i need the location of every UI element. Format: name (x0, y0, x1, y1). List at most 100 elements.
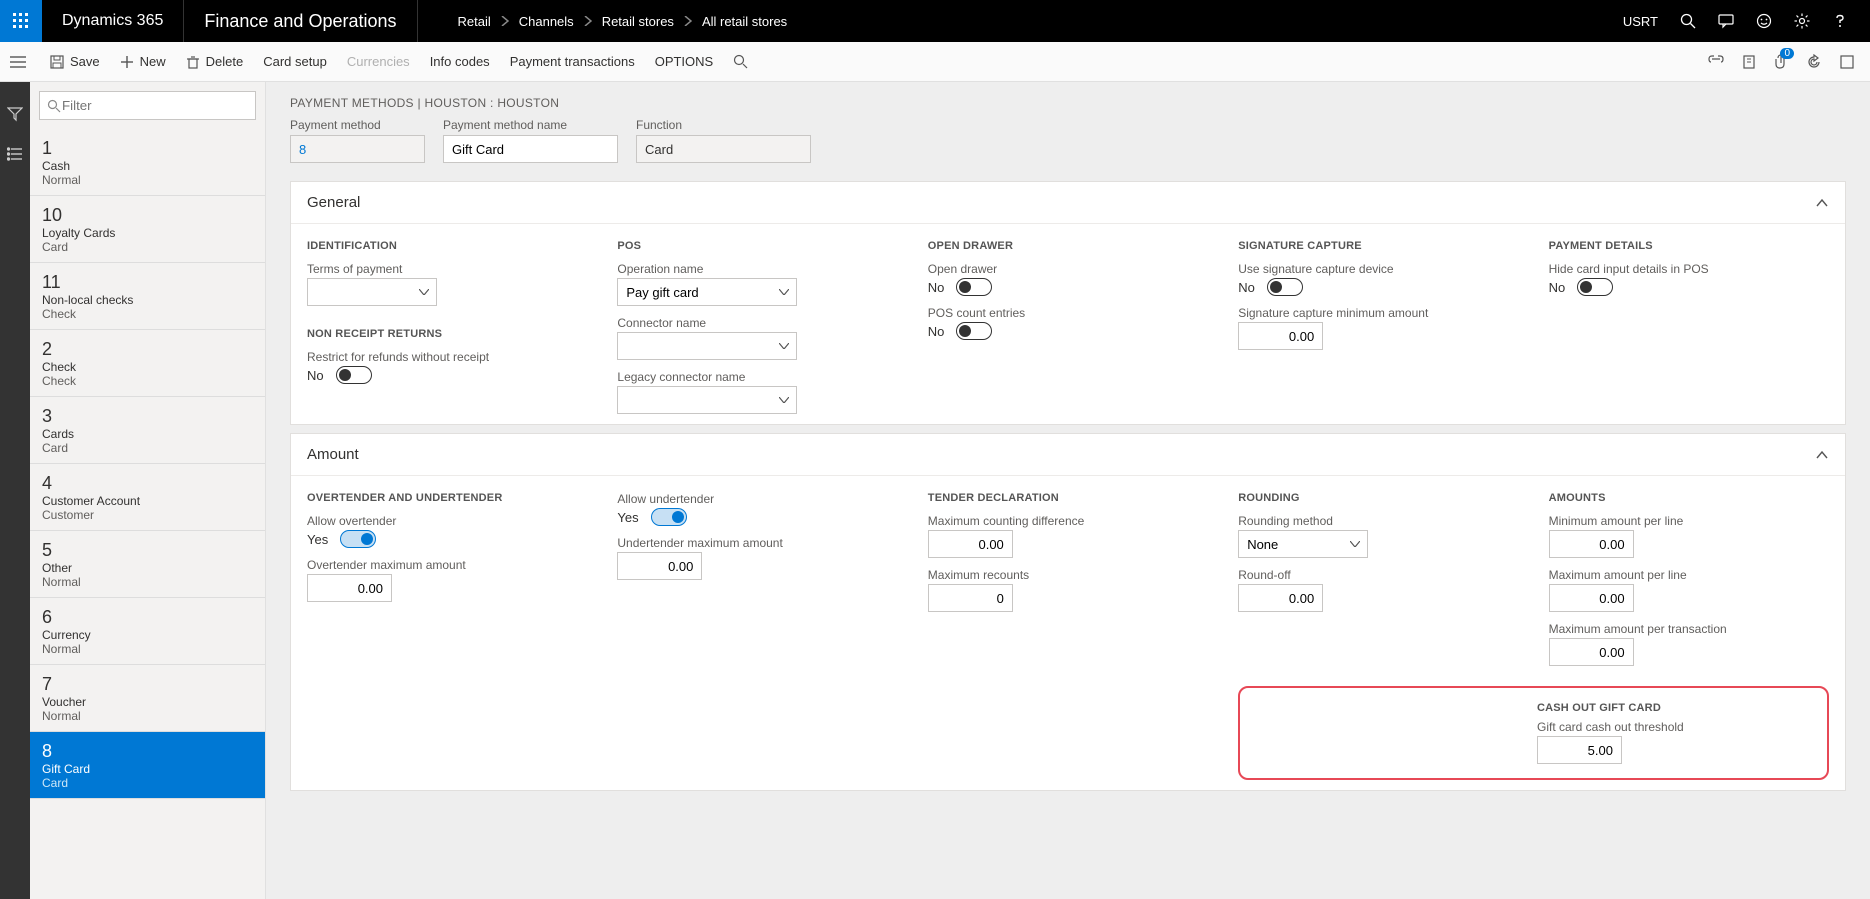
payment-method-value: 8 (290, 135, 425, 163)
maxdiff-label: Maximum counting difference (928, 514, 1208, 528)
poscount-value: No (928, 324, 945, 339)
amount-header[interactable]: Amount (291, 434, 1845, 476)
opendrawer-subheader: OPEN DRAWER (928, 240, 1208, 252)
list-item[interactable]: 3CardsCard (30, 397, 265, 464)
allowunder-toggle[interactable] (651, 508, 687, 526)
waffle-icon (13, 13, 29, 29)
search-icon[interactable] (1680, 13, 1696, 29)
list-item[interactable]: 1CashNormal (30, 129, 265, 196)
roundmethod-label: Rounding method (1238, 514, 1518, 528)
list-item[interactable]: 6CurrencyNormal (30, 598, 265, 665)
connector-input[interactable] (617, 332, 797, 360)
refresh-icon[interactable] (1806, 54, 1822, 70)
list-icon[interactable] (7, 146, 23, 162)
payment-method-name-input[interactable] (443, 135, 618, 163)
cashout-subheader: CASH OUT GIFT CARD (1537, 702, 1661, 714)
restrict-toggle[interactable] (336, 366, 372, 384)
list-item[interactable]: 5OtherNormal (30, 531, 265, 598)
toolbar-search[interactable] (733, 54, 748, 69)
brand[interactable]: Dynamics 365 (42, 0, 184, 42)
minline-label: Minimum amount per line (1549, 514, 1829, 528)
hidecard-toggle[interactable] (1577, 278, 1613, 296)
gear-icon[interactable] (1794, 13, 1810, 29)
operation-input[interactable] (617, 278, 797, 306)
opendrawer-toggle[interactable] (956, 278, 992, 296)
options-button[interactable]: OPTIONS (655, 54, 714, 69)
list-item[interactable]: 11Non-local checksCheck (30, 263, 265, 330)
maxtx-label: Maximum amount per transaction (1549, 622, 1829, 636)
general-header[interactable]: General (291, 182, 1845, 224)
roundoff-input[interactable] (1238, 584, 1323, 612)
legacy-connector-input[interactable] (617, 386, 797, 414)
overmax-label: Overtender maximum amount (307, 558, 587, 572)
restrict-value: No (307, 368, 324, 383)
help-icon[interactable] (1832, 13, 1848, 29)
pos-subheader: POS (617, 240, 897, 252)
maxdiff-input[interactable] (928, 530, 1013, 558)
new-button[interactable]: New (120, 54, 166, 69)
payment-method-name-label: Payment method name (443, 118, 618, 132)
card-setup-button[interactable]: Card setup (263, 54, 327, 69)
info-codes-button[interactable]: Info codes (430, 54, 490, 69)
topbar: Dynamics 365 Finance and Operations Reta… (0, 0, 1870, 42)
cashout-label: Gift card cash out threshold (1537, 720, 1684, 734)
chat-icon[interactable] (1718, 13, 1734, 29)
list-item[interactable]: 8Gift CardCard (30, 732, 265, 799)
list-item[interactable]: 2CheckCheck (30, 330, 265, 397)
terms-label: Terms of payment (307, 262, 587, 276)
maxtx-input[interactable] (1549, 638, 1634, 666)
roundmethod-input[interactable] (1238, 530, 1368, 558)
breadcrumb: Retail Channels Retail stores All retail… (418, 14, 788, 29)
cashout-input[interactable] (1537, 736, 1622, 764)
sigdev-toggle[interactable] (1267, 278, 1303, 296)
crumb-retail-stores[interactable]: Retail stores (602, 14, 674, 29)
module-name[interactable]: Finance and Operations (184, 0, 417, 42)
list-item[interactable]: 7VoucherNormal (30, 665, 265, 732)
general-section: General IDENTIFICATION Terms of payment … (290, 181, 1846, 425)
minline-input[interactable] (1549, 530, 1634, 558)
list-item[interactable]: 10Loyalty CardsCard (30, 196, 265, 263)
crumb-all-stores[interactable]: All retail stores (702, 14, 787, 29)
currencies-button: Currencies (347, 54, 410, 69)
sigmin-input[interactable] (1238, 322, 1323, 350)
payment-method-label: Payment method (290, 118, 425, 132)
app-launcher[interactable] (0, 0, 42, 42)
link-icon[interactable] (1708, 55, 1724, 69)
function-value: Card (636, 135, 811, 163)
maxrec-label: Maximum recounts (928, 568, 1208, 582)
left-rail (0, 82, 30, 899)
maxline-input[interactable] (1549, 584, 1634, 612)
poscount-toggle[interactable] (956, 322, 992, 340)
hidecard-value: No (1549, 280, 1566, 295)
opendrawer-label: Open drawer (928, 262, 1208, 276)
attachment-count: 0 (1780, 48, 1794, 59)
legacy-connector-label: Legacy connector name (617, 370, 897, 384)
paymentdetails-subheader: PAYMENT DETAILS (1549, 240, 1829, 252)
list-item[interactable]: 4Customer AccountCustomer (30, 464, 265, 531)
user-label[interactable]: USRT (1623, 14, 1658, 29)
payment-transactions-button[interactable]: Payment transactions (510, 54, 635, 69)
close-icon[interactable] (1840, 55, 1854, 69)
trash-icon (186, 55, 200, 69)
filter-input[interactable] (39, 91, 256, 120)
save-button[interactable]: Save (50, 54, 100, 69)
restrict-label: Restrict for refunds without receipt (307, 350, 587, 364)
delete-button[interactable]: Delete (186, 54, 244, 69)
smile-icon[interactable] (1756, 13, 1772, 29)
chevron-right-icon (584, 16, 592, 26)
maxrec-input[interactable] (928, 584, 1013, 612)
crumb-retail[interactable]: Retail (458, 14, 491, 29)
allowover-toggle[interactable] (340, 530, 376, 548)
form-breadcrumb: PAYMENT METHODS | HOUSTON : HOUSTON (290, 96, 1846, 110)
nav-toggle[interactable] (10, 56, 26, 68)
office-icon[interactable] (1742, 55, 1756, 69)
operation-label: Operation name (617, 262, 897, 276)
nonreceipt-subheader: NON RECEIPT RETURNS (307, 328, 587, 340)
attachments-button[interactable]: 0 (1774, 54, 1788, 70)
allowover-value: Yes (307, 532, 328, 547)
terms-input[interactable] (307, 278, 437, 306)
crumb-channels[interactable]: Channels (519, 14, 574, 29)
overmax-input[interactable] (307, 574, 392, 602)
filter-icon[interactable] (7, 106, 23, 122)
undermax-input[interactable] (617, 552, 702, 580)
